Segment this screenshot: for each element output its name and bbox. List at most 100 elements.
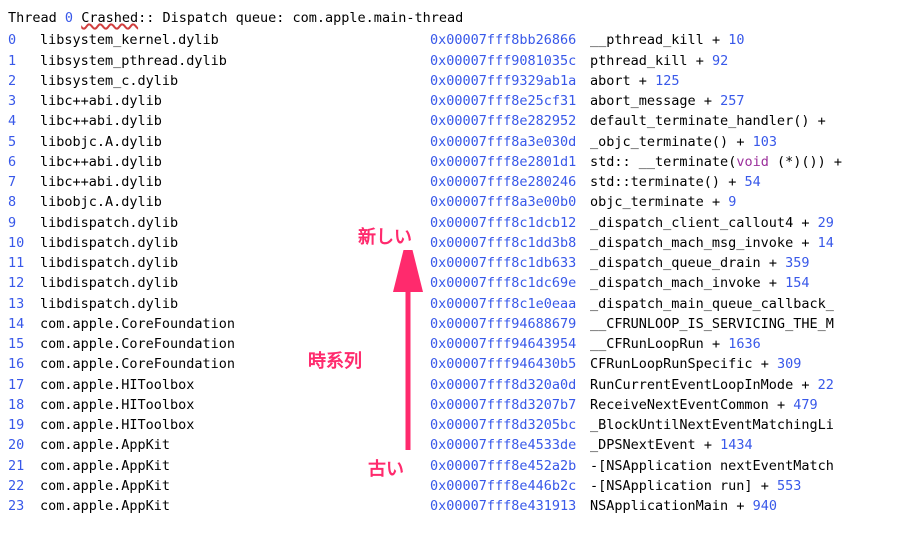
plus-sign: + xyxy=(712,336,720,352)
plus-sign: + xyxy=(769,255,777,271)
stack-frame: 13libdispatch.dylib0x00007fff8c1e0eaa_di… xyxy=(8,294,895,314)
frame-function: objc_terminate + 9 xyxy=(590,192,736,212)
frame-address: 0x00007fff94688679 xyxy=(430,314,590,334)
frame-index: 22 xyxy=(8,476,40,496)
frame-function: _dispatch_client_callout4 + 29 xyxy=(590,213,834,233)
stack-frame: 3libc++abi.dylib0x00007fff8e25cf31abort_… xyxy=(8,91,895,111)
frame-address: 0x00007fff8a3e00b0 xyxy=(430,192,590,212)
frame-address: 0x00007fff9081035c xyxy=(430,51,590,71)
frame-address: 0x00007fff94643954 xyxy=(430,334,590,354)
frame-address: 0x00007fff8c1db633 xyxy=(430,253,590,273)
frame-offset: 309 xyxy=(777,356,801,372)
frame-index: 21 xyxy=(8,456,40,476)
frame-function: _dispatch_mach_invoke + 154 xyxy=(590,273,810,293)
crash-log: Thread 0 Crashed:: Dispatch queue: com.a… xyxy=(8,8,895,516)
frame-index: 7 xyxy=(8,172,40,192)
stack-frame: 20com.apple.AppKit0x00007fff8e4533de_DPS… xyxy=(8,435,895,455)
frame-index: 3 xyxy=(8,91,40,111)
plus-sign: + xyxy=(761,356,769,372)
plus-sign: + xyxy=(736,134,744,150)
frame-offset: 22 xyxy=(818,377,834,393)
frame-index: 16 xyxy=(8,354,40,374)
stack-frame: 14com.apple.CoreFoundation0x00007fff9468… xyxy=(8,314,895,334)
frame-function: _dispatch_main_queue_callback_ xyxy=(590,294,834,314)
frame-index: 12 xyxy=(8,273,40,293)
frame-index: 1 xyxy=(8,51,40,71)
thread-label: Thread xyxy=(8,10,57,26)
plus-sign: + xyxy=(736,498,744,514)
plus-sign: + xyxy=(704,437,712,453)
frame-library: com.apple.AppKit xyxy=(40,456,430,476)
frame-index: 8 xyxy=(8,192,40,212)
frame-offset: 10 xyxy=(728,32,744,48)
stack-frame: 21com.apple.AppKit0x00007fff8e452a2b-[NS… xyxy=(8,456,895,476)
frame-library: com.apple.CoreFoundation xyxy=(40,334,430,354)
frame-function: pthread_kill + 92 xyxy=(590,51,728,71)
frame-index: 17 xyxy=(8,375,40,395)
frame-library: com.apple.CoreFoundation xyxy=(40,354,430,374)
plus-sign: + xyxy=(712,194,720,210)
thread-index: 0 xyxy=(65,10,73,26)
plus-sign: + xyxy=(696,53,704,69)
plus-sign: + xyxy=(639,73,647,89)
frame-library: com.apple.HIToolbox xyxy=(40,375,430,395)
frame-library: libdispatch.dylib xyxy=(40,213,430,233)
frame-address: 0x00007fff8bb26866 xyxy=(430,30,590,50)
frame-function: __CFRUNLOOP_IS_SERVICING_THE_M xyxy=(590,314,834,334)
frame-address: 0x00007fff9329ab1a xyxy=(430,71,590,91)
frame-offset: 54 xyxy=(744,174,760,190)
frame-address: 0x00007fff8c1e0eaa xyxy=(430,294,590,314)
thread-header: Thread 0 Crashed:: Dispatch queue: com.a… xyxy=(8,8,895,28)
frame-index: 20 xyxy=(8,435,40,455)
frame-address: 0x00007fff8e25cf31 xyxy=(430,91,590,111)
frame-function: -[NSApplication nextEventMatch xyxy=(590,456,834,476)
frame-offset: 125 xyxy=(655,73,679,89)
frame-offset: 14 xyxy=(818,235,834,251)
frame-library: com.apple.AppKit xyxy=(40,496,430,516)
stack-frame: 19com.apple.HIToolbox0x00007fff8d3205bc_… xyxy=(8,415,895,435)
frame-function: _dispatch_queue_drain + 359 xyxy=(590,253,810,273)
stack-frame: 9libdispatch.dylib0x00007fff8c1dcb12_dis… xyxy=(8,213,895,233)
plus-sign: + xyxy=(801,377,809,393)
frame-index: 19 xyxy=(8,415,40,435)
frame-library: libdispatch.dylib xyxy=(40,253,430,273)
frame-index: 14 xyxy=(8,314,40,334)
frame-library: libobjc.A.dylib xyxy=(40,132,430,152)
frame-function: default_terminate_handler() + xyxy=(590,111,826,131)
frame-library: libdispatch.dylib xyxy=(40,294,430,314)
stack-frame: 22com.apple.AppKit0x00007fff8e446b2c-[NS… xyxy=(8,476,895,496)
frame-index: 18 xyxy=(8,395,40,415)
frame-index: 11 xyxy=(8,253,40,273)
frame-address: 0x00007fff8e282952 xyxy=(430,111,590,131)
frame-library: com.apple.HIToolbox xyxy=(40,395,430,415)
frame-address: 0x00007fff8d3207b7 xyxy=(430,395,590,415)
stack-frame: 10libdispatch.dylib0x00007fff8c1dd3b8_di… xyxy=(8,233,895,253)
frame-address: 0x00007fff8e280246 xyxy=(430,172,590,192)
frame-library: com.apple.AppKit xyxy=(40,476,430,496)
frame-address: 0x00007fff8a3e030d xyxy=(430,132,590,152)
frame-library: com.apple.CoreFoundation xyxy=(40,314,430,334)
frame-library: com.apple.AppKit xyxy=(40,435,430,455)
frame-function: __pthread_kill + 10 xyxy=(590,30,744,50)
frame-library: libc++abi.dylib xyxy=(40,111,430,131)
frame-offset: 92 xyxy=(712,53,728,69)
frame-index: 15 xyxy=(8,334,40,354)
stack-frames: 0libsystem_kernel.dylib0x00007fff8bb2686… xyxy=(8,30,895,516)
stack-frame: 7libc++abi.dylib0x00007fff8e280246std::t… xyxy=(8,172,895,192)
frame-address: 0x00007fff8c1dc69e xyxy=(430,273,590,293)
frame-offset: 553 xyxy=(777,478,801,494)
frame-function: CFRunLoopRunSpecific + 309 xyxy=(590,354,801,374)
frame-offset: 1636 xyxy=(728,336,761,352)
stack-frame: 12libdispatch.dylib0x00007fff8c1dc69e_di… xyxy=(8,273,895,293)
stack-frame: 1libsystem_pthread.dylib0x00007fff908103… xyxy=(8,51,895,71)
frame-address: 0x00007fff8d320a0d xyxy=(430,375,590,395)
stack-frame: 16com.apple.CoreFoundation0x00007fff9464… xyxy=(8,354,895,374)
frame-library: libsystem_kernel.dylib xyxy=(40,30,430,50)
frame-address: 0x00007fff946430b5 xyxy=(430,354,590,374)
frame-address: 0x00007fff8e4533de xyxy=(430,435,590,455)
frame-function: _DPSNextEvent + 1434 xyxy=(590,435,753,455)
stack-frame: 4libc++abi.dylib0x00007fff8e282952defaul… xyxy=(8,111,895,131)
plus-sign: + xyxy=(777,397,785,413)
frame-library: com.apple.HIToolbox xyxy=(40,415,430,435)
frame-function: std::terminate() + 54 xyxy=(590,172,761,192)
